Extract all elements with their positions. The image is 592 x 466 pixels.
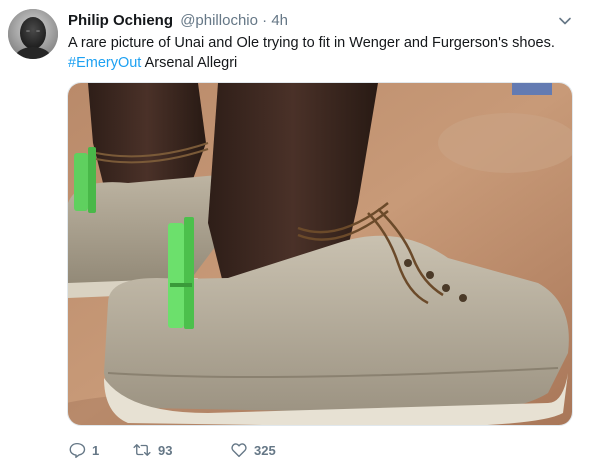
hashtag-link[interactable]: #EmeryOut [68, 55, 141, 71]
tweet[interactable]: Philip Ochieng @phillochio · 4h A rare p… [0, 0, 592, 466]
tweet-header: Philip Ochieng @phillochio · 4h [68, 11, 288, 31]
tweet-text: A rare picture of Unai and Ole trying to… [68, 33, 578, 73]
retweet-count: 93 [158, 442, 173, 458]
heart-icon [231, 443, 247, 458]
tweet-actions: 1 93 325 [68, 440, 276, 460]
timestamp[interactable]: 4h [271, 12, 288, 29]
reply-count: 1 [92, 442, 100, 458]
chevron-down-icon[interactable] [558, 14, 572, 28]
reply-button[interactable]: 1 [68, 441, 99, 459]
avatar[interactable] [8, 9, 58, 59]
display-name[interactable]: Philip Ochieng [68, 12, 173, 29]
shoes-photo [68, 83, 572, 425]
user-handle[interactable]: @phillochio [180, 12, 258, 29]
tweet-text-rest: Arsenal Allegri [141, 55, 238, 71]
separator-dot: · [262, 12, 268, 29]
tweet-media-photo[interactable] [67, 82, 573, 426]
like-button[interactable]: 325 [230, 441, 276, 459]
avatar-photo [8, 9, 58, 59]
reply-icon [69, 442, 86, 458]
retweet-button[interactable]: 93 [132, 441, 172, 459]
retweet-icon [133, 444, 151, 456]
tweet-text-line: A rare picture of Unai and Ole trying to… [68, 35, 555, 51]
like-count: 325 [254, 442, 276, 458]
